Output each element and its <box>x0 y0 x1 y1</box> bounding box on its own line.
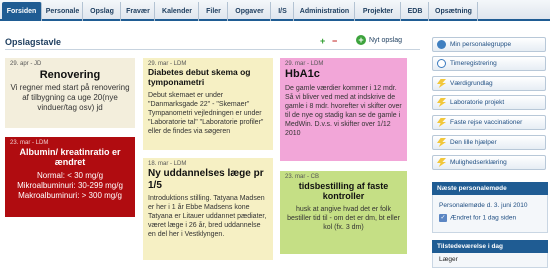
sidebar-item-label: Faste rejse vaccinationer <box>450 119 523 126</box>
note-line: Makroalbuminuri: > 300 mg/g <box>18 191 122 201</box>
note-title: tidsbestilling af faste kontroller <box>298 181 389 202</box>
tab-opslag[interactable]: Opslag <box>84 2 121 21</box>
sidebar-item-laboratorie-projekt[interactable]: Laboratorie projekt <box>432 95 546 110</box>
note-title: HbA1c <box>285 68 320 80</box>
tab-opsaetning[interactable]: Opsætning <box>430 2 478 21</box>
board-title: Opslagstavle <box>5 37 62 47</box>
tab-projekter[interactable]: Projekter <box>356 2 401 21</box>
note-body: Vi regner med start på renovering af til… <box>10 82 130 112</box>
sidebar-item-label: Laboratorie projekt <box>450 99 505 106</box>
sidebar-item-vaerdigrundlag[interactable]: Værdigrundlag <box>432 76 546 91</box>
new-note-label: Nyt opslag <box>369 36 403 44</box>
remove-icon[interactable]: − <box>332 36 337 46</box>
tab-forsiden[interactable]: Forsiden <box>2 2 42 21</box>
note-meta: 23. mar - LDM <box>10 140 49 146</box>
lightning-icon <box>437 158 446 167</box>
edit-icon: ✓ <box>439 214 447 222</box>
note-line: Mikroalbuminuri: 30-299 mg/g <box>17 181 123 191</box>
tab-personale[interactable]: Personale <box>43 2 83 21</box>
note-meta: 29. mar - LDM <box>285 61 324 67</box>
note-title: Diabetes debut skema og tymponametri <box>148 67 251 87</box>
plus-circle-icon: + <box>356 35 366 45</box>
note-body: Introduktions stilling. Tatyana Madsen e… <box>148 195 267 239</box>
note-title: Renovering <box>39 69 101 81</box>
sidebar-item-rejse-vaccinationer[interactable]: Faste rejse vaccinationer <box>432 115 546 130</box>
clock-icon <box>437 59 446 68</box>
group-icon <box>437 40 446 49</box>
sidebar-item-label: Mulighedserklæring <box>450 159 507 166</box>
attendance-panel-title: Tilstedeværelse i dag <box>432 240 548 253</box>
sidebar-item-label: Min personalegruppe <box>450 41 512 48</box>
tab-edb[interactable]: EDB <box>402 2 429 21</box>
meeting-change-text: Ændret for 1 dag siden <box>450 214 517 222</box>
sidebar-item-mulighedserklaering[interactable]: Mulighedserklæring <box>432 155 546 170</box>
note-renovering[interactable]: 29. apr - JD Renovering Vi regner med st… <box>5 58 135 128</box>
new-note-button[interactable]: + Nyt opslag <box>356 35 402 45</box>
note-title: Albumin/ kreatinratio er ændret <box>19 147 121 168</box>
note-line: Normal: < 30 mg/g <box>36 170 104 180</box>
attendance-group-label: Læger <box>439 256 458 263</box>
note-body: Debut skemaet er under "Danmarksgade 22"… <box>148 91 264 135</box>
note-meta: 29. apr - JD <box>10 61 42 67</box>
note-body: husk at angive hvad det er folk bestille… <box>287 205 400 231</box>
sidebar-item-label: Timeregistrering <box>450 60 497 67</box>
tab-fravaer[interactable]: Fravær <box>122 2 155 21</box>
sidebar-item-label: Værdigrundlag <box>450 80 493 87</box>
meeting-panel-title: Næste personalemøde <box>432 182 548 195</box>
note-diabetes[interactable]: 29. mar - LDM Diabetes debut skema og ty… <box>143 58 273 150</box>
meeting-change-note: ✓ Ændret for 1 dag siden <box>439 214 516 222</box>
tab-is[interactable]: I/S <box>272 2 294 21</box>
add-icon[interactable]: + <box>320 36 325 46</box>
sidebar-item-timeregistrering[interactable]: Timeregistrering <box>432 56 546 71</box>
attendance-panel: Læger <box>432 253 548 268</box>
note-hba1c[interactable]: 29. mar - LDM HbA1c De gamle værdier kom… <box>280 58 407 161</box>
meeting-link[interactable]: Personalemøde d. 3. juni 2010 <box>439 202 528 209</box>
tab-filer[interactable]: Filer <box>200 2 228 21</box>
note-body: De gamle værdier kommer i 12 mdr. Så vi … <box>285 84 402 138</box>
sidebar-item-personalegruppe[interactable]: Min personalegruppe <box>432 37 546 52</box>
sidebar-item-den-lille-hjaelper[interactable]: Den lille hjælper <box>432 135 546 150</box>
meeting-panel: Personalemøde d. 3. juni 2010 ✓ Ændret fo… <box>432 195 548 233</box>
note-tidsbestilling[interactable]: 23. mar - CB tidsbestilling af faste kon… <box>280 171 407 254</box>
note-albumin[interactable]: 23. mar - LDM Albumin/ kreatinratio er æ… <box>5 137 135 217</box>
divider <box>5 49 420 50</box>
note-body: Normal: < 30 mg/g Mikroalbuminuri: 30-29… <box>10 171 130 202</box>
lightning-icon <box>437 79 446 88</box>
tab-administration[interactable]: Administration <box>295 2 355 21</box>
sidebar-item-label: Den lille hjælper <box>450 139 497 146</box>
tab-kalender[interactable]: Kalender <box>156 2 199 21</box>
note-meta: 18. mar - LDM <box>148 161 187 167</box>
note-new-doctor[interactable]: 18. mar - LDM Ny uddannelses læge pr 1/5… <box>143 158 273 260</box>
tab-opgaver[interactable]: Opgaver <box>229 2 271 21</box>
lightning-icon <box>437 138 446 147</box>
lightning-icon <box>437 118 446 127</box>
note-meta: 23. mar - CB <box>285 174 320 180</box>
main-navigation: Forsiden Personale Opslag Fravær Kalende… <box>0 0 550 21</box>
lightning-icon <box>437 98 446 107</box>
note-title: Ny uddannelses læge pr 1/5 <box>148 168 264 191</box>
